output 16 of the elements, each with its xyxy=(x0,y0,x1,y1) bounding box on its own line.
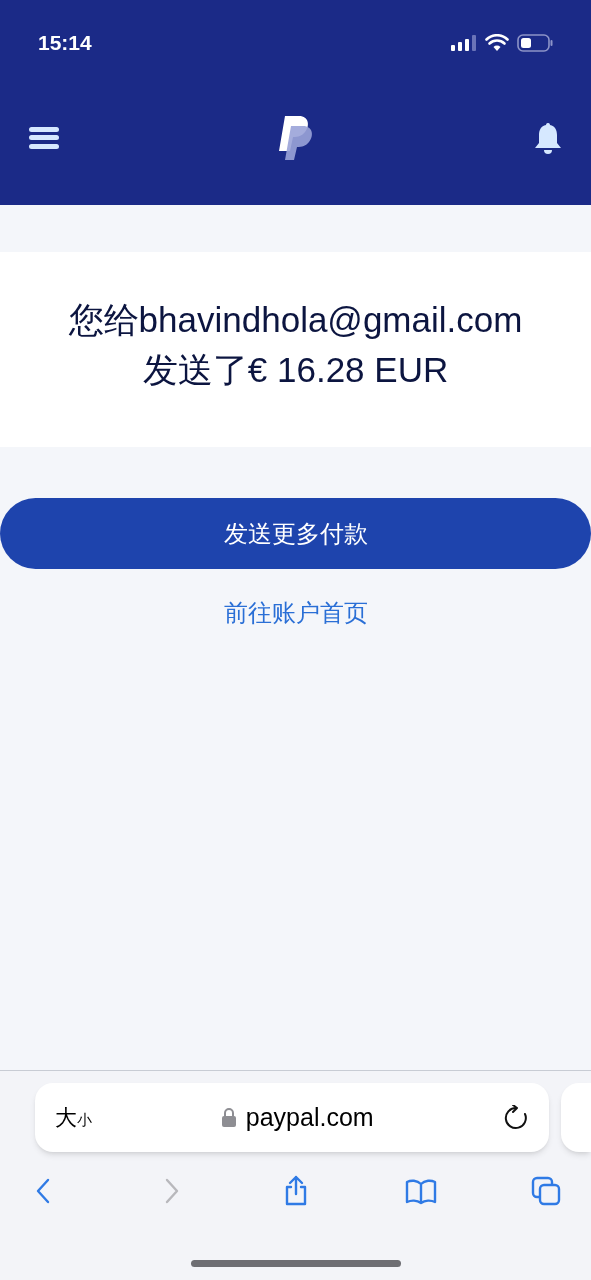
wifi-icon xyxy=(485,34,509,52)
send-more-button[interactable]: 发送更多付款 xyxy=(0,498,591,569)
notification-bell-icon[interactable] xyxy=(534,121,562,154)
account-home-link[interactable]: 前往账户首页 xyxy=(223,595,368,631)
confirmation-text: 您给bhavindhola@gmail.com xyxy=(68,298,523,341)
address-bar[interactable]: 大小 paypal.com xyxy=(35,1083,550,1152)
menu-icon[interactable] xyxy=(29,126,59,149)
lock-icon xyxy=(221,1108,236,1127)
signal-icon xyxy=(451,35,477,51)
battery-icon xyxy=(517,34,553,52)
status-time: 15:14 xyxy=(38,30,92,57)
reload-icon[interactable] xyxy=(503,1104,530,1131)
tabs-icon[interactable] xyxy=(529,1174,563,1208)
url-text: paypal.com xyxy=(245,1101,374,1133)
text-size-button[interactable]: 大小 xyxy=(55,1101,92,1134)
confirmation-text: 发送了€ 16.28 EUR xyxy=(142,348,449,391)
